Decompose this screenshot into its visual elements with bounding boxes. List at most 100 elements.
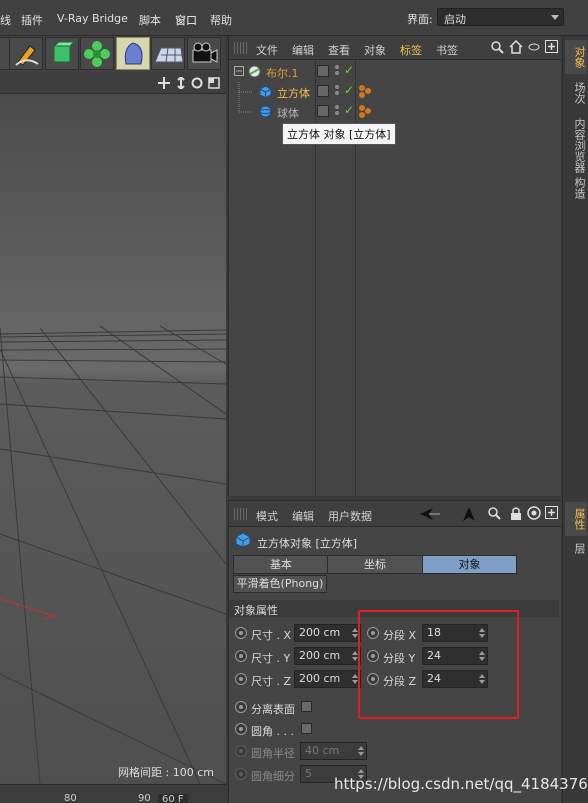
toolbar (0, 36, 226, 72)
object-name: 布尔.1 (266, 67, 299, 80)
cube-icon (259, 85, 272, 98)
am-menu-edit[interactable]: 编辑 (292, 508, 314, 524)
viewport-canvas[interactable] (0, 94, 226, 784)
vtab-content-browser[interactable]: 内容浏览器 (565, 112, 587, 178)
pen-tool-button[interactable] (9, 37, 43, 70)
enabled-check-icon[interactable]: ✓ (344, 63, 354, 77)
cube-icon (235, 532, 251, 548)
menu-item-vray-bridge[interactable]: V-Ray Bridge (57, 12, 128, 25)
editor-visibility-toggle[interactable] (317, 65, 329, 77)
animate-radio[interactable] (235, 627, 247, 639)
fillet-radius-field[interactable]: 40 cm (300, 742, 367, 760)
size-x-field[interactable]: 200 cm (294, 624, 361, 642)
enabled-check-icon[interactable]: ✓ (344, 103, 354, 117)
object-row-sphere[interactable]: 球体 ✓ (229, 102, 562, 122)
om-menu-tags[interactable]: 标签 (400, 42, 422, 58)
vtab-layers[interactable]: 层 (565, 538, 587, 558)
floor-button[interactable] (151, 37, 185, 70)
zoom-view-icon[interactable] (175, 77, 187, 89)
lock-icon[interactable] (510, 506, 522, 521)
animate-radio[interactable] (235, 650, 247, 662)
cloner-icon (84, 41, 110, 67)
tree-collapse-icon[interactable] (234, 66, 244, 76)
cube-select-button[interactable] (45, 37, 79, 70)
menubar: 线 插件 V-Ray Bridge 脚本 窗口 帮助 界面: 启动 (0, 0, 588, 36)
om-menu-bookmarks[interactable]: 书签 (436, 42, 458, 58)
grip-icon[interactable] (234, 508, 248, 520)
animate-radio[interactable] (235, 673, 247, 685)
animate-radio[interactable] (235, 723, 247, 735)
lens-icon[interactable] (528, 43, 540, 51)
visibility-dots-icon[interactable] (335, 65, 340, 77)
fillet-checkbox[interactable] (301, 723, 312, 734)
menu-item-window[interactable]: 窗口 (175, 12, 197, 28)
menu-item-plugins[interactable]: 插件 (21, 12, 43, 28)
tab-phong[interactable]: 平滑着色(Phong) (233, 575, 327, 593)
search-icon[interactable] (491, 41, 504, 54)
separate-surfaces-checkbox[interactable] (301, 701, 312, 712)
tab-basic[interactable]: 基本 (233, 555, 329, 574)
up-arrow-icon[interactable] (462, 506, 476, 522)
menu-item-line[interactable]: 线 (0, 12, 11, 28)
highlight-box (358, 610, 519, 719)
am-menu-mode[interactable]: 模式 (256, 508, 278, 524)
size-y-label: 尺寸 . Y (251, 652, 291, 665)
rotate-view-icon[interactable] (191, 77, 203, 89)
am-menu-userdata[interactable]: 用户数据 (328, 508, 372, 524)
spinner-icon[interactable] (358, 746, 364, 756)
vtab-objects[interactable]: 对象 (565, 40, 587, 74)
target-icon[interactable] (527, 506, 541, 520)
object-row-boole[interactable]: 布尔.1 ✓ (229, 62, 562, 82)
menu-item-script[interactable]: 脚本 (139, 12, 161, 28)
phong-tag-icon[interactable] (358, 104, 372, 118)
new-panel-icon[interactable] (545, 40, 558, 53)
phong-tag-icon[interactable] (358, 84, 372, 98)
visibility-dots-icon[interactable] (335, 105, 340, 117)
home-icon[interactable] (509, 40, 523, 54)
fillet-label: 圆角 . . . (251, 725, 294, 738)
size-y-field[interactable]: 200 cm (294, 647, 361, 665)
size-z-field[interactable]: 200 cm (294, 670, 361, 688)
interface-select[interactable]: 启动 (437, 8, 564, 26)
vtab-structure[interactable]: 构造 (565, 171, 587, 205)
camera-button[interactable] (187, 37, 221, 70)
size-x-label: 尺寸 . X (251, 629, 292, 642)
editor-visibility-toggle[interactable] (317, 105, 329, 117)
animate-radio[interactable] (235, 745, 247, 757)
maximize-view-icon[interactable] (208, 77, 220, 89)
timeline-tick: 80 (64, 793, 77, 803)
vtab-attributes[interactable]: 属性 (565, 502, 587, 536)
back-arrow-icon[interactable] (419, 507, 441, 521)
timeline[interactable]: 80 90 60 F (0, 784, 226, 803)
animate-radio[interactable] (235, 701, 247, 713)
vtab-takes[interactable]: 场次 (565, 76, 587, 110)
visibility-dots-icon[interactable] (335, 85, 340, 97)
om-menu-edit[interactable]: 编辑 (292, 42, 314, 58)
new-panel-icon[interactable] (545, 506, 558, 519)
tab-object[interactable]: 对象 (422, 555, 517, 574)
move-view-icon[interactable] (158, 77, 170, 89)
grip-icon[interactable] (234, 42, 248, 54)
om-menu-view[interactable]: 查看 (328, 42, 350, 58)
attribute-title: 立方体对象 [立方体] (257, 537, 358, 550)
search-icon[interactable] (488, 507, 501, 520)
enabled-check-icon[interactable]: ✓ (344, 83, 354, 97)
deformer-button[interactable] (116, 37, 150, 70)
separate-surfaces-label: 分离表面 (251, 703, 295, 716)
cube-select-icon (52, 41, 76, 63)
om-menu-file[interactable]: 文件 (256, 42, 278, 58)
tab-coord[interactable]: 坐标 (327, 555, 423, 574)
cloner-button[interactable] (80, 37, 114, 70)
editor-visibility-toggle[interactable] (317, 85, 329, 97)
frame-field[interactable]: 60 F (158, 794, 188, 803)
interface-label: 界面: (407, 13, 433, 26)
object-row-cube[interactable]: 立方体 ✓ (229, 82, 562, 102)
object-name: 立方体 (277, 87, 310, 100)
om-menu-object[interactable]: 对象 (364, 42, 386, 58)
camera-icon (192, 42, 218, 63)
menu-item-help[interactable]: 帮助 (210, 12, 232, 28)
attribute-manager-menubar: 模式 编辑 用户数据 (229, 501, 562, 527)
animate-radio[interactable] (235, 768, 247, 780)
sphere-icon (259, 105, 272, 118)
viewport[interactable]: 网格间距 : 100 cm (0, 72, 226, 784)
